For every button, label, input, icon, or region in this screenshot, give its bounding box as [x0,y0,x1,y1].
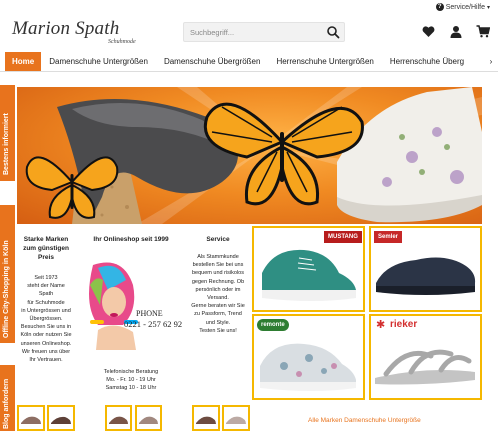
info-title-marken: Starke Marken zum günstigen Preis [23,236,69,261]
info-column-onlineshop: Ihr Onlineshop seit 1999 PHONE 0221 - 25… [78,231,184,393]
shoe-thumb-icon [21,416,41,424]
nav-item-home[interactable]: Home [5,51,42,71]
info-line: und Style. [205,319,231,326]
woman-illustration [89,262,138,350]
info-line: für Schuhmode [27,299,65,306]
info-line: Köln oder nutzen Sie [20,332,72,339]
bottom-thumb-4[interactable] [135,405,162,431]
info-column-service: Service Als Stammkunde bestellen Sie bei… [186,231,250,335]
info-line: Wir freuen uns über [21,348,71,355]
shoe-thumb-icon [226,416,246,424]
info-line: in Untergrössen und [21,307,71,314]
info-line: Testen Sie uns! [199,327,237,334]
user-icon[interactable] [448,24,463,39]
product-card-semler[interactable]: Semler [369,226,482,312]
info-line: persönlich oder im [195,286,241,293]
info-line: Seit 1973 [34,275,58,281]
nav-item-damen-ueber[interactable]: Damenschuhe Übergrößen [156,57,269,66]
header-icons [421,24,490,39]
logo-sub-text: Schuhmode [108,39,136,45]
cart-icon[interactable] [475,24,490,39]
phone-label: PHONE [136,309,163,318]
side-tab-label: Bestens informiert [3,113,10,175]
bottom-thumb-6[interactable] [222,405,250,431]
shoe-thumb-icon [51,416,71,424]
info-line: Versand. [207,295,229,302]
info-column-marken: Starke Marken zum günstigen Preis Seit 1… [17,231,75,364]
logo-main-text: Marion Spath [12,18,120,39]
info-title-onlineshop: Ihr Onlineshop seit 1999 [93,236,169,243]
nav-item-herren-ueber[interactable]: Herrenschuhe Überg [382,57,472,66]
bottom-thumb-5[interactable] [192,405,220,431]
shoe-thumb-icon [196,416,216,424]
top-bar: ? Service/Hilfe ▾ [0,0,498,14]
hours-saturday: Samstag 10 - 18 Uhr [105,385,157,392]
phone-number[interactable]: 0221 - 257 62 92 [124,320,182,329]
info-line: zu Passform, Trend [194,311,242,318]
all-brands-link[interactable]: Alle Marken Damenschuhe Untergröße [308,417,421,424]
nav-item-herren-unter[interactable]: Herrenschuhe Untergrößen [268,57,381,66]
hours-title: Telefonische Beratung [103,369,159,375]
info-line: bestellen Sie bei uns [192,262,244,269]
info-line: Gerne beraten wir Sie [191,303,245,310]
search-bar [183,22,345,42]
hero-banner[interactable] [17,87,482,224]
rieker-star-icon: ✱ [376,319,386,331]
main-nav: Home Damenschuhe Untergrößen Damenschuhe… [0,51,498,72]
nav-item-damen-unter[interactable]: Damenschuhe Untergrößen [41,57,156,66]
info-line: steht der Name [27,283,65,290]
hero-illustration [25,87,482,224]
bottom-thumb-2[interactable] [47,405,75,431]
brand-logo-semler: Semler [374,231,403,243]
heart-icon[interactable] [421,24,436,39]
info-line: unseren Onlineshop. [20,340,72,347]
info-line: Spath [38,291,54,298]
info-line: bequem und risikolos [192,270,244,277]
service-help-menu[interactable]: ? Service/Hilfe ▾ [435,3,490,11]
info-line: Ihr Vertrauen. [29,357,63,364]
product-card-rieker[interactable]: rieker ✱ [369,314,482,400]
bottom-thumb-1[interactable] [17,405,45,431]
bottom-thumb-3[interactable] [105,405,132,431]
phone-promo-image: PHONE 0221 - 257 62 92 [78,258,184,364]
product-card-remonte[interactable]: remonte [252,314,365,400]
nav-scroll-right-icon[interactable]: › [484,51,498,71]
info-line: Übergrössen. [29,316,63,323]
shoe-thumb-icon [139,416,158,424]
search-icon[interactable] [326,25,340,39]
side-tab-city-shopping[interactable]: Offline City-Shopping in Köln [0,205,15,343]
info-line: Besuchen Sie uns in [20,324,72,331]
search-input[interactable] [184,23,324,41]
info-line: Als Stammkunde [197,254,239,260]
side-tab-blog[interactable]: Blog anfordern [0,365,15,431]
service-help-label: Service/Hilfe [445,3,485,11]
side-tab-label: Blog anfordern [3,378,10,429]
hours-weekday: Mo. - Fr. 10 - 19 Uhr [106,377,156,384]
brand-logo-mustang: MUSTANG [324,231,362,243]
brand-logo-remonte: remonte [257,319,289,331]
info-title-service: Service [206,236,230,243]
product-card-mustang[interactable]: MUSTANG [252,226,365,312]
shoe-thumb-icon [109,416,128,424]
help-icon: ? [435,3,444,11]
chevron-down-icon: ▾ [486,4,490,11]
side-tab-informiert[interactable]: Bestens informiert [0,85,15,181]
side-tab-label: Offline City-Shopping in Köln [3,240,10,338]
logo[interactable]: Marion Spath Schuhmode [12,18,136,45]
info-line: gegen Rechnung. Ob [191,278,245,285]
